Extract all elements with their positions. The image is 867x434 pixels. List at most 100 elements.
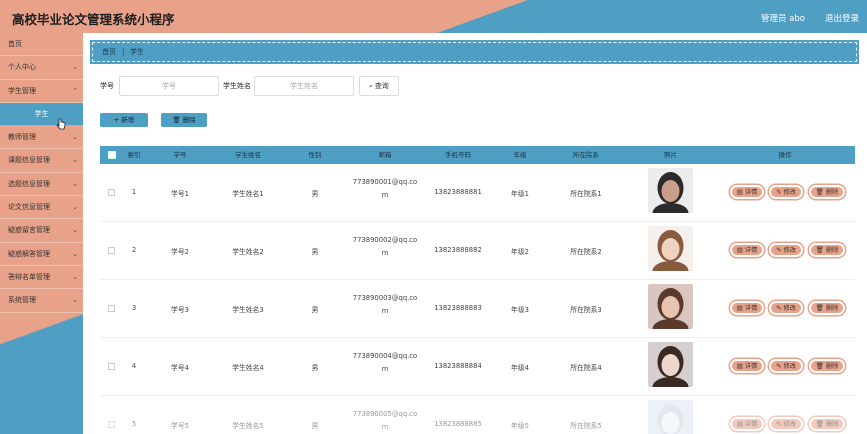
chevron-down-icon: ⌄ [72,296,78,305]
sidebar-item-paper-mgmt[interactable]: 论文信息管理 ⌄ [0,196,83,220]
chevron-down-icon: ⌄ [72,179,78,188]
document-icon: ▤ [736,362,743,370]
sidebar-subitem-student[interactable]: 学生 [0,102,83,127]
sidebar-item-answer-mgmt[interactable]: 疑惑解答管理 ⌄ [0,243,83,266]
cell-student-id: 学号2 [171,248,189,256]
row-checkbox[interactable] [108,421,115,428]
delete-button[interactable]: 🗑 删除 [809,243,845,257]
column-header-phone: 手机号码 [445,151,471,159]
cell-phone: 13823888884 [434,362,482,370]
detail-button[interactable]: ▤ 详情 [730,359,764,373]
chevron-down-icon: ⌄ [72,156,78,165]
sidebar-item-home[interactable]: 首页 [0,33,83,57]
student-table: 索引 学号 学生姓名 性别 邮箱 手机号码 年级 所在院系 照片 操作 1 学号… [100,146,855,434]
column-header-dept: 所在院系 [573,151,599,159]
student-name-label: 学生姓名 [223,82,251,90]
cell-student-id: 学号5 [171,422,189,430]
column-header-gender: 性别 [308,151,322,159]
edit-button[interactable]: ✎ 修改 [769,417,803,431]
pencil-icon: ✎ [776,304,782,312]
cell-grade: 年级1 [511,190,529,198]
delete-button[interactable]: 🗑 删除 [809,301,845,315]
detail-button-label: 详情 [744,247,758,254]
detail-button[interactable]: ▤ 详情 [730,417,764,431]
sidebar-item-label: 答辩名单管理 [8,272,50,281]
student-photo [648,226,693,271]
cell-grade: 年级5 [511,422,529,430]
main-content: 首页 | 学生 学号 学号 学生姓名 学生姓名 ⌕ 查询 + 新增 🗑 删除 索引 学… [83,33,867,434]
row-checkbox[interactable] [108,247,115,254]
edit-button-label: 修改 [783,247,796,254]
current-user: 管理员 abo [760,14,805,24]
delete-button[interactable]: 🗑 删除 [809,359,845,373]
search-form: 学号 学号 学生姓名 学生姓名 ⌕ 查询 [100,76,860,96]
row-checkbox[interactable] [108,305,115,312]
chevron-down-icon: ⌄ [72,63,78,72]
delete-button[interactable]: 🗑 删除 [809,417,845,431]
sidebar-item-label: 疑惑解答管理 [8,249,50,258]
breadcrumb-home[interactable]: 首页 [102,43,116,61]
column-header-actions: 操作 [778,151,792,159]
row-checkbox[interactable] [108,363,115,370]
breadcrumb-current: 学生 [130,48,144,56]
chevron-down-icon: ⌄ [72,249,78,258]
sidebar-item-topic-mgmt[interactable]: 课题信息管理 ⌄ [0,149,83,173]
sidebar-item-student-mgmt[interactable]: 学生管理 ⌃ [0,80,83,103]
sidebar-item-defense-mgmt[interactable]: 答辩名单管理 ⌄ [0,266,83,290]
cell-email-line2: m [381,365,389,373]
cell-email-line2: m [381,191,389,199]
trash-icon: 🗑 [815,362,824,370]
cell-index: 4 [131,362,137,370]
student-id-input[interactable]: 学号 [119,76,219,96]
bulk-delete-button[interactable]: 🗑 删除 [161,113,207,127]
cell-email-line2: m [381,423,389,431]
chevron-down-icon: ⌄ [72,226,78,235]
edit-button[interactable]: ✎ 修改 [769,301,803,315]
sidebar-item-label: 疑惑留言管理 [8,226,50,235]
logout-link[interactable]: 退出登录 [825,12,859,24]
detail-button[interactable]: ▤ 详情 [730,185,764,199]
cell-student-name: 学生姓名4 [232,364,264,372]
chevron-up-icon: ⌃ [72,86,78,95]
detail-button[interactable]: ▤ 详情 [730,301,764,315]
edit-button[interactable]: ✎ 修改 [769,243,803,257]
query-button[interactable]: ⌕ 查询 [359,76,399,96]
detail-button[interactable]: ▤ 详情 [730,243,764,257]
sidebar-item-selection-mgmt[interactable]: 选题信息管理 ⌄ [0,173,83,197]
delete-button[interactable]: 🗑 删除 [809,185,845,199]
cell-gender: 男 [311,248,319,256]
delete-button-label: 删除 [825,189,839,196]
add-button[interactable]: + 新增 [100,113,148,127]
row-checkbox[interactable] [108,189,115,196]
cell-email-line1: 773890001@qq.co [352,178,418,186]
pencil-icon: ✎ [776,188,782,196]
cell-student-name: 学生姓名3 [232,306,264,314]
column-header-email: 邮箱 [378,151,392,159]
mouse-pointer-icon [56,118,66,130]
student-photo [648,284,693,329]
select-all-checkbox[interactable] [108,151,116,159]
edit-button[interactable]: ✎ 修改 [769,185,803,199]
sidebar-item-question-mgmt[interactable]: 疑惑留言管理 ⌄ [0,219,83,243]
table-row: 1 学号1 学生姓名1 男 773890001@qq.co m 13823888… [100,164,855,222]
cell-department: 所在院系3 [570,306,602,314]
cell-email-line2: m [381,249,389,257]
table-body: 1 学号1 学生姓名1 男 773890001@qq.co m 13823888… [100,164,855,434]
delete-button-label: 删除 [825,247,839,254]
cell-phone: 13823888882 [434,246,482,254]
cell-email-line1: 773890004@qq.co [352,352,418,360]
cell-phone: 13823888883 [434,304,482,312]
student-photo [648,168,693,213]
trash-icon: 🗑 [815,304,824,312]
sidebar-item-teacher-mgmt[interactable]: 教师管理 ⌄ [0,126,83,150]
edit-button[interactable]: ✎ 修改 [769,359,803,373]
cell-index: 2 [131,246,137,254]
edit-button-label: 修改 [783,363,796,370]
pencil-icon: ✎ [776,246,782,254]
breadcrumb: 首页 | 学生 [90,40,859,64]
student-name-input[interactable]: 学生姓名 [254,76,354,96]
sidebar-item-system-mgmt[interactable]: 系统管理 ⌄ [0,289,83,313]
sidebar-item-profile[interactable]: 个人中心 ⌄ [0,56,83,80]
column-header-grade: 年级 [513,151,527,159]
column-header-id: 学号 [173,151,187,159]
